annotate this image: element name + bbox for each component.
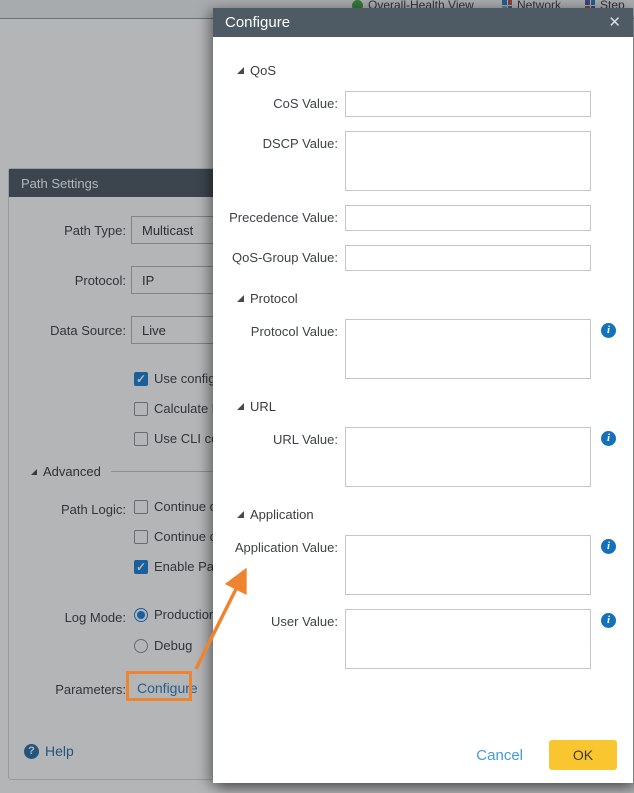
section-qos[interactable]: QoS <box>237 63 617 78</box>
info-icon[interactable]: i <box>601 323 616 338</box>
application-value-label: Application Value: <box>234 540 338 555</box>
protocol-value-label: Protocol Value: <box>250 324 338 339</box>
app-root: Overall-Health View Network Step Path Se… <box>0 0 634 793</box>
section-protocol[interactable]: Protocol <box>237 291 617 306</box>
collapse-triangle-icon <box>237 403 244 410</box>
url-value-row: URL Value: i <box>223 427 617 487</box>
dscp-value-row: DSCP Value: <box>223 131 617 191</box>
cos-value-label: CoS Value: <box>273 96 338 111</box>
configure-dialog-header: Configure ✕ <box>213 8 633 37</box>
section-protocol-title: Protocol <box>250 291 298 306</box>
qos-group-value-label: QoS-Group Value: <box>232 250 338 265</box>
protocol-value-row: Protocol Value: i <box>223 319 617 379</box>
dialog-title: Configure <box>225 14 291 31</box>
dscp-value-label: DSCP Value: <box>262 136 338 151</box>
dscp-value-textarea[interactable] <box>345 131 591 191</box>
user-value-row: User Value: i <box>223 609 617 669</box>
user-value-textarea[interactable] <box>345 609 591 669</box>
application-value-textarea[interactable] <box>345 535 591 595</box>
ok-button[interactable]: OK <box>549 740 617 770</box>
cos-value-input[interactable] <box>345 91 591 117</box>
configure-dialog: Configure ✕ QoS CoS Value: DSCP Value: P… <box>213 8 633 783</box>
section-url-title: URL <box>250 399 277 414</box>
collapse-triangle-icon <box>237 67 244 74</box>
precedence-value-input[interactable] <box>345 205 591 231</box>
user-value-label: User Value: <box>271 614 338 629</box>
info-icon[interactable]: i <box>601 613 616 628</box>
close-icon[interactable]: ✕ <box>608 15 621 30</box>
section-application[interactable]: Application <box>237 507 617 522</box>
url-value-textarea[interactable] <box>345 427 591 487</box>
qos-group-value-row: QoS-Group Value: <box>223 245 617 271</box>
collapse-triangle-icon <box>237 295 244 302</box>
section-qos-title: QoS <box>250 63 277 78</box>
cancel-button[interactable]: Cancel <box>476 747 523 764</box>
cos-value-row: CoS Value: <box>223 91 617 117</box>
qos-group-value-input[interactable] <box>345 245 591 271</box>
section-url[interactable]: URL <box>237 399 617 414</box>
application-value-row: Application Value: i <box>223 535 617 595</box>
section-application-title: Application <box>250 507 314 522</box>
precedence-value-label: Precedence Value: <box>229 210 338 225</box>
collapse-triangle-icon <box>237 511 244 518</box>
dialog-footer: Cancel OK <box>476 740 617 770</box>
precedence-value-row: Precedence Value: <box>223 205 617 231</box>
info-icon[interactable]: i <box>601 431 616 446</box>
configure-dialog-body: QoS CoS Value: DSCP Value: Precedence Va… <box>213 63 633 669</box>
protocol-value-textarea[interactable] <box>345 319 591 379</box>
url-value-label: URL Value: <box>272 432 338 447</box>
info-icon[interactable]: i <box>601 539 616 554</box>
